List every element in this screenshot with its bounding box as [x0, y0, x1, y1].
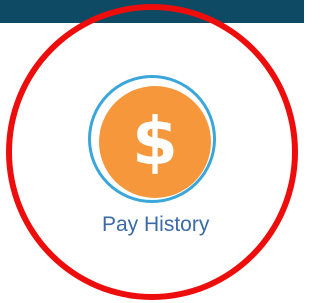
dollar-glyph: $	[132, 103, 178, 180]
pay-history-tile[interactable]: $ Pay History	[88, 75, 228, 245]
page: $ Pay History	[0, 0, 304, 303]
pay-history-label[interactable]: Pay History	[88, 213, 228, 237]
dollar-icon[interactable]: $	[99, 86, 211, 198]
pay-history-icon-ring[interactable]: $	[88, 75, 216, 203]
top-header-bar	[0, 0, 304, 23]
